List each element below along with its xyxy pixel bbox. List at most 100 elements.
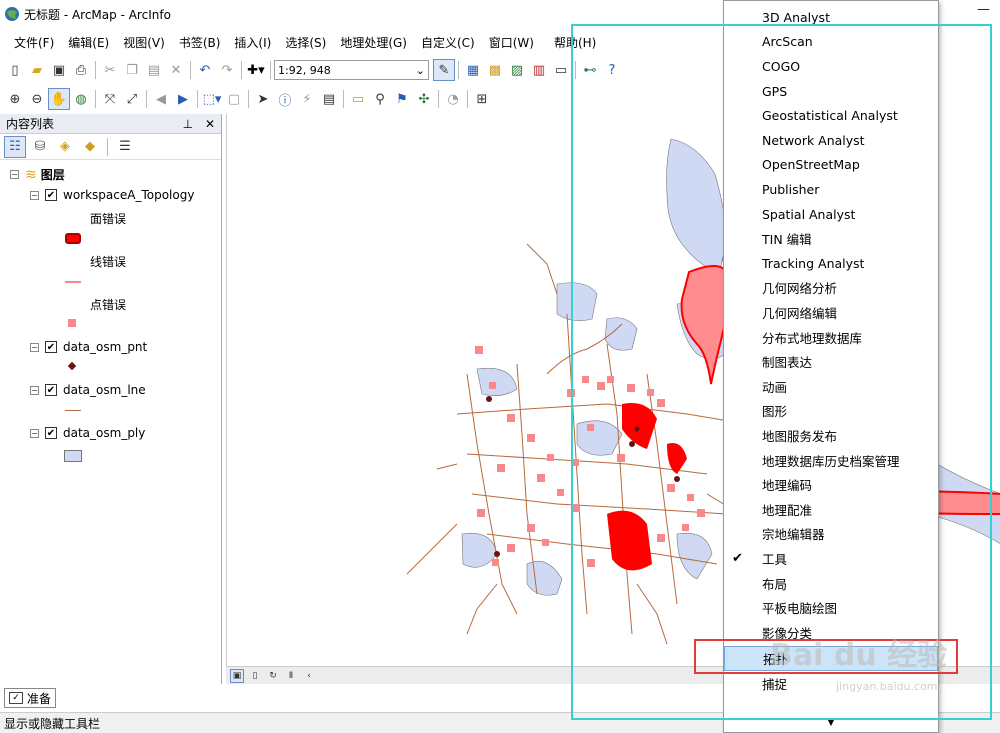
pause-drawing-icon[interactable]: Ⅱ: [284, 669, 298, 683]
go-to-xy-icon[interactable]: ✣: [413, 88, 435, 110]
menu-option-topology[interactable]: 拓扑: [724, 646, 938, 671]
select-features-icon[interactable]: ⬚▾: [201, 88, 223, 110]
menu-option-snapping[interactable]: 捕捉: [724, 671, 938, 696]
cut-icon[interactable]: ✂: [99, 59, 121, 81]
new-document-icon[interactable]: ▯: [4, 59, 26, 81]
layer-data-osm-ply[interactable]: − ✔ data_osm_ply: [30, 426, 145, 440]
model-builder-icon[interactable]: ⊷: [579, 59, 601, 81]
save-icon[interactable]: ▣: [48, 59, 70, 81]
scroll-down-arrow-icon[interactable]: ▼: [724, 718, 938, 728]
menu-customize[interactable]: 自定义(C): [415, 34, 481, 51]
layer-workspaceA-topology[interactable]: − ✔ workspaceA_Topology: [30, 188, 194, 202]
menu-option-tracking-analyst[interactable]: Tracking Analyst: [724, 251, 938, 276]
html-popup-icon[interactable]: ▤: [318, 88, 340, 110]
editor-toolbar-icon[interactable]: ✎: [433, 59, 455, 81]
layout-view-icon[interactable]: ▯: [248, 669, 262, 683]
find-icon[interactable]: ⚲: [369, 88, 391, 110]
menu-option-representation[interactable]: 制图表达: [724, 349, 938, 374]
zoom-in-icon[interactable]: ⊕: [4, 88, 26, 110]
map-scale-select[interactable]: 1:92, 948 ⌄: [274, 60, 429, 80]
menu-option-parcel-editor[interactable]: 宗地编辑器: [724, 522, 938, 547]
forward-extent-icon[interactable]: ▶: [172, 88, 194, 110]
menu-option-publisher[interactable]: Publisher: [724, 177, 938, 202]
time-slider-icon[interactable]: ◔: [442, 88, 464, 110]
menu-edit[interactable]: 编辑(E): [62, 34, 115, 51]
menu-option-cogo[interactable]: COGO: [724, 54, 938, 79]
identify-icon[interactable]: ⓘ: [274, 88, 296, 110]
menu-view[interactable]: 视图(V): [117, 34, 171, 51]
menu-option-tools[interactable]: ✔ 工具: [724, 546, 938, 571]
list-by-drawing-order-icon[interactable]: ☷: [4, 135, 26, 158]
arctoolbox-icon[interactable]: ▥: [528, 59, 550, 81]
search-window-icon[interactable]: ▨: [506, 59, 528, 81]
menu-file[interactable]: 文件(F): [8, 34, 60, 51]
open-folder-icon[interactable]: ▰: [26, 59, 48, 81]
table-window-icon[interactable]: ▦: [462, 59, 484, 81]
undo-icon[interactable]: ↶: [194, 59, 216, 81]
find-route-icon[interactable]: ⚑: [391, 88, 413, 110]
select-elements-icon[interactable]: ➤: [252, 88, 274, 110]
zoom-out-icon[interactable]: ⊖: [26, 88, 48, 110]
toc-options-icon[interactable]: ☰: [114, 136, 136, 158]
menu-option-3d-analyst[interactable]: 3D Analyst: [724, 5, 938, 30]
pan-hand-icon[interactable]: ✋: [48, 88, 70, 110]
create-viewer-icon[interactable]: ⊞: [471, 88, 493, 110]
scroll-left-icon[interactable]: ‹: [302, 669, 316, 683]
fixed-zoom-out-icon[interactable]: ⤢: [121, 88, 143, 110]
menu-help[interactable]: 帮助(H): [548, 34, 602, 51]
menu-option-geometric-network-analysis[interactable]: 几何网络分析: [724, 276, 938, 301]
measure-icon[interactable]: ▭: [347, 88, 369, 110]
menu-selection[interactable]: 选择(S): [279, 34, 332, 51]
menu-option-layout[interactable]: 布局: [724, 571, 938, 596]
collapse-icon[interactable]: −: [30, 385, 39, 395]
full-extent-icon[interactable]: ◍: [70, 88, 92, 110]
menu-bookmarks[interactable]: 书签(B): [173, 34, 227, 51]
layer-data-osm-pnt[interactable]: − ✔ data_osm_pnt: [30, 340, 147, 354]
data-view-icon[interactable]: ▣: [230, 668, 244, 683]
layer-data-osm-lne[interactable]: − ✔ data_osm_lne: [30, 383, 146, 397]
menu-geoprocessing[interactable]: 地理处理(G): [334, 34, 413, 51]
menu-insert[interactable]: 插入(I): [228, 34, 277, 51]
layer-visibility-checkbox[interactable]: ✔: [45, 384, 57, 396]
minimize-button[interactable]: —: [977, 2, 990, 17]
paste-icon[interactable]: ▤: [143, 59, 165, 81]
menu-option-geocoding[interactable]: 地理编码: [724, 472, 938, 497]
menu-option-gps[interactable]: GPS: [724, 79, 938, 104]
menu-option-geometric-network-edit[interactable]: 几何网络编辑: [724, 300, 938, 325]
layers-root[interactable]: − ≋ 图层: [10, 166, 65, 183]
menu-option-graphics[interactable]: 图形: [724, 399, 938, 424]
menu-option-openstreetmap[interactable]: OpenStreetMap: [724, 153, 938, 178]
menu-option-tin-edit[interactable]: TIN 编辑: [724, 226, 938, 251]
menu-option-georeferencing[interactable]: 地理配准: [724, 497, 938, 522]
layer-visibility-checkbox[interactable]: ✔: [45, 427, 57, 439]
menu-option-tablet[interactable]: 平板电脑绘图: [724, 595, 938, 620]
menu-option-map-service-publishing[interactable]: 地图服务发布: [724, 423, 938, 448]
menu-window[interactable]: 窗口(W): [483, 34, 540, 51]
copy-icon[interactable]: ❐: [121, 59, 143, 81]
pin-icon[interactable]: ⊥: [183, 117, 193, 131]
catalog-icon[interactable]: ▩: [484, 59, 506, 81]
hyperlink-icon[interactable]: ⚡: [296, 88, 318, 110]
redo-icon[interactable]: ↷: [216, 59, 238, 81]
menu-option-network-analyst[interactable]: Network Analyst: [724, 128, 938, 153]
layer-visibility-checkbox[interactable]: ✔: [45, 341, 57, 353]
layer-visibility-checkbox[interactable]: ✔: [45, 189, 57, 201]
fixed-zoom-in-icon[interactable]: ⤧: [99, 88, 121, 110]
menu-option-arcscan[interactable]: ArcScan: [724, 30, 938, 55]
menu-option-spatial-analyst[interactable]: Spatial Analyst: [724, 202, 938, 227]
status-tab[interactable]: ✓ 准备: [4, 688, 57, 708]
menu-option-image-classification[interactable]: 影像分类: [724, 620, 938, 645]
whats-this-icon[interactable]: ?: [601, 59, 623, 81]
collapse-icon[interactable]: −: [30, 428, 39, 438]
print-icon[interactable]: ⎙: [70, 59, 92, 81]
list-by-selection-icon[interactable]: ◆: [79, 136, 101, 158]
close-icon[interactable]: ✕: [205, 117, 215, 131]
menu-option-geodatabase-history[interactable]: 地理数据库历史档案管理: [724, 448, 938, 473]
menu-option-animation[interactable]: 动画: [724, 374, 938, 399]
menu-option-geostatistical[interactable]: Geostatistical Analyst: [724, 103, 938, 128]
refresh-icon[interactable]: ↻: [266, 669, 280, 683]
list-by-visibility-icon[interactable]: ◈: [54, 136, 76, 158]
list-by-source-icon[interactable]: ⛁: [29, 136, 51, 158]
back-extent-icon[interactable]: ◀: [150, 88, 172, 110]
collapse-icon[interactable]: −: [30, 190, 39, 200]
